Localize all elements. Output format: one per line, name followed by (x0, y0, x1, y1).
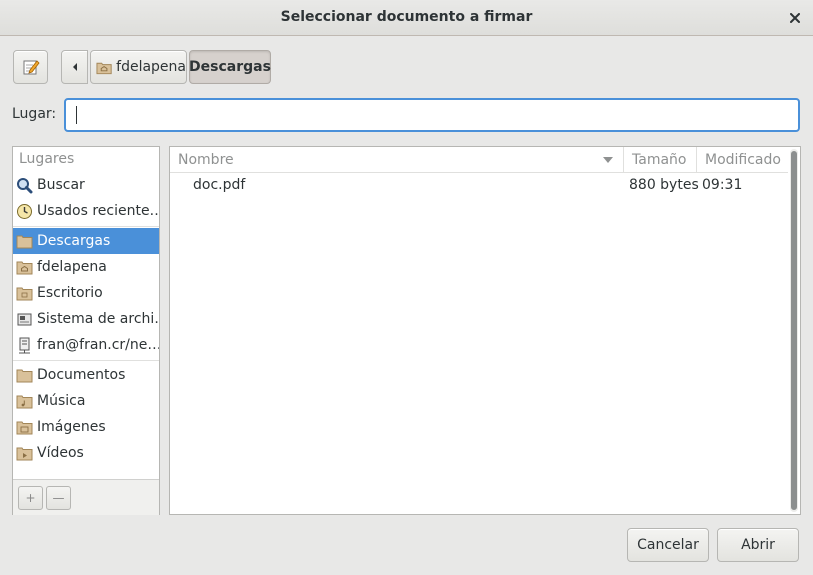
open-button[interactable]: Abrir (717, 528, 799, 562)
sidebar-item-escritorio[interactable]: Escritorio (13, 280, 159, 306)
sidebar-item-musica[interactable]: Música (13, 388, 159, 414)
network-drive-icon (19, 337, 30, 353)
sidebar-item-documentos[interactable]: Documentos (13, 362, 159, 388)
add-bookmark-label: + (25, 491, 36, 505)
places-toolbar: + — (13, 479, 159, 515)
sidebar-item-label: Escritorio (37, 285, 103, 301)
close-icon (790, 13, 800, 23)
folder-icon (16, 287, 33, 300)
text-caret (76, 106, 77, 124)
sidebar-item-videos[interactable]: Vídeos (13, 440, 159, 466)
file-modified: 09:31 (702, 177, 743, 193)
path-label-home: fdelapena (116, 59, 186, 75)
location-input[interactable] (64, 98, 800, 132)
column-header-size-label: Tamaño (632, 151, 687, 168)
file-name: doc.pdf (193, 177, 246, 193)
folder-icon (16, 235, 33, 248)
edit-pencil-icon (23, 60, 40, 75)
recent-clock-icon (17, 203, 32, 219)
home-folder-icon (96, 62, 112, 74)
location-label: Lugar: (12, 106, 57, 122)
column-header-size[interactable]: Tamaño (624, 147, 697, 173)
add-bookmark-button[interactable]: + (18, 486, 43, 510)
sidebar-item-label: Documentos (37, 367, 126, 383)
title-bar: Seleccionar documento a firmar (0, 0, 813, 36)
open-button-label: Abrir (741, 537, 775, 553)
sidebar-item-label: Música (37, 393, 86, 409)
sidebar-item-sistema[interactable]: Sistema de archi… (13, 306, 159, 332)
cancel-button-label: Cancelar (637, 537, 699, 553)
close-button[interactable] (783, 6, 807, 30)
search-icon (17, 177, 33, 193)
sidebar-item-buscar[interactable]: Buscar (13, 172, 159, 198)
videos-folder-icon (16, 447, 33, 460)
sidebar-separator (13, 226, 159, 227)
path-label-current: Descargas (189, 59, 271, 75)
table-row[interactable]: doc.pdf 880 bytes 09:31 (170, 173, 788, 199)
sidebar-item-label: fran@fran.cr/ne… (37, 337, 159, 353)
vertical-scrollbar[interactable] (790, 149, 798, 512)
column-header-name[interactable]: Nombre (170, 147, 624, 173)
path-button-home[interactable]: fdelapena (90, 50, 187, 84)
music-folder-icon (16, 395, 33, 408)
sidebar-item-imagenes[interactable]: Imágenes (13, 414, 159, 440)
sidebar-item-label: Sistema de archi… (37, 311, 159, 327)
remove-bookmark-label: — (52, 491, 65, 505)
home-folder-icon (16, 261, 33, 274)
sidebar-item-label: Descargas (37, 233, 111, 249)
type-location-button[interactable] (13, 50, 48, 84)
path-back-button[interactable] (61, 50, 88, 84)
sidebar-item-label: Vídeos (37, 445, 84, 461)
sidebar-item-recientes[interactable]: Usados reciente… (13, 198, 159, 224)
column-header-name-label: Nombre (178, 151, 234, 168)
remove-bookmark-button[interactable]: — (46, 486, 71, 510)
places-sidebar: Lugares Buscar Usados reciente… Descarga… (12, 146, 160, 515)
pictures-folder-icon (16, 421, 33, 434)
file-list: Nombre Tamaño Modificado doc.pdf 880 byt… (169, 146, 801, 515)
sidebar-item-label: fdelapena (37, 259, 107, 275)
sidebar-item-home[interactable]: fdelapena (13, 254, 159, 280)
scrollbar-thumb[interactable] (791, 151, 797, 510)
places-header: Lugares (19, 151, 75, 167)
column-header-modified[interactable]: Modificado (697, 147, 788, 173)
cancel-button[interactable]: Cancelar (627, 528, 709, 562)
file-size: 880 bytes (629, 177, 699, 193)
chevron-left-icon (72, 63, 77, 71)
path-button-current[interactable]: Descargas (189, 50, 271, 84)
sidebar-item-descargas[interactable]: Descargas (13, 228, 159, 254)
column-header-modified-label: Modificado (705, 151, 781, 168)
sidebar-item-label: Usados reciente… (37, 203, 159, 219)
sidebar-item-label: Imágenes (37, 419, 106, 435)
sidebar-separator (13, 360, 159, 361)
sort-descending-icon (603, 157, 613, 163)
window-title: Seleccionar documento a firmar (280, 9, 533, 25)
sidebar-item-network[interactable]: fran@fran.cr/ne… (13, 332, 159, 358)
drive-icon (17, 313, 32, 325)
folder-icon (16, 369, 33, 382)
sidebar-item-label: Buscar (37, 177, 85, 193)
